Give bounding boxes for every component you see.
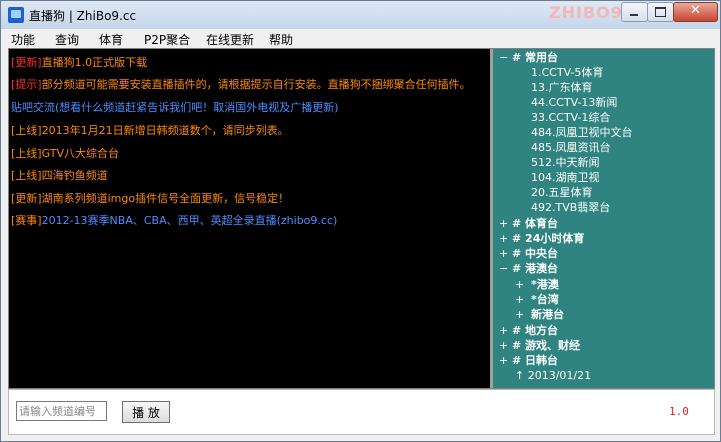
menu-bar: 功能 查询 体育 P2P聚合 在线更新 帮助	[1, 29, 720, 48]
news-text: 湖南系列频道imgo插件信号全面更新，信号稳定！	[41, 192, 290, 205]
collapse-icon[interactable]: −	[499, 51, 508, 64]
news-text: 2012-13赛季NBA、CBA、西甲、英超全录直播(zhibo9.cc)	[41, 214, 338, 227]
minimize-icon	[630, 14, 638, 16]
maximize-icon	[655, 7, 666, 17]
news-text: 四海钓鱼频道	[41, 169, 108, 182]
news-item[interactable]: 贴吧交流(想看什么频道赶紧告诉我们吧！取消国外电视及广播更新)	[11, 101, 339, 115]
news-item[interactable]: [赛事]2012-13赛季NBA、CBA、西甲、英超全录直播(zhibo9.cc…	[11, 214, 337, 228]
tree-subgroup-hk[interactable]: *港澳	[531, 278, 559, 292]
news-tag: [提示]	[11, 78, 42, 91]
news-item[interactable]: [上线]四海钓鱼频道	[11, 169, 108, 183]
menu-help[interactable]: 帮助	[269, 31, 293, 48]
channel-item[interactable]: 13.广东体育	[531, 81, 593, 95]
tree-group-local[interactable]: # 地方台	[512, 324, 558, 338]
menu-query[interactable]: 查询	[55, 31, 79, 48]
news-tag: [上线]	[11, 124, 42, 137]
tree-group-games-finance[interactable]: # 游戏、财经	[512, 339, 580, 353]
channel-item[interactable]: 44.CCTV-13新闻	[531, 96, 617, 110]
zhibo9-watermark: ZHIBO9	[549, 3, 623, 22]
version-label: 1.0	[669, 405, 689, 418]
tree-group-24h-sports[interactable]: # 24小时体育	[512, 232, 584, 246]
expand-icon[interactable]: +	[499, 339, 508, 352]
app-window: 直播狗 | ZhiBo9.cc ZHIBO9 ✕ 功能 查询 体育 P2P聚合 …	[0, 0, 721, 442]
menu-sports[interactable]: 体育	[99, 31, 123, 48]
title-bar[interactable]: 直播狗 | ZhiBo9.cc ZHIBO9 ✕	[1, 1, 720, 30]
channel-number-input[interactable]	[16, 401, 107, 421]
tree-update-date: ↑ 2013/01/21	[515, 369, 592, 382]
tree-group-sports[interactable]: # 体育台	[512, 217, 558, 231]
channel-tree[interactable]: − # 常用台 1.CCTV-5体育 13.广东体育 44.CCTV-13新闻 …	[493, 49, 714, 388]
close-icon: ✕	[690, 3, 701, 18]
expand-icon[interactable]: +	[499, 324, 508, 337]
tree-subgroup-new-hk[interactable]: 新港台	[531, 308, 564, 322]
app-icon	[8, 7, 24, 23]
expand-icon[interactable]: +	[515, 293, 524, 306]
channel-item[interactable]: 512.中天新闻	[531, 156, 600, 170]
channel-item[interactable]: 492.TVB翡翠台	[531, 201, 610, 215]
channel-item[interactable]: 104.湖南卫视	[531, 171, 600, 185]
close-button[interactable]: ✕	[673, 2, 718, 22]
maximize-button[interactable]	[647, 2, 674, 22]
news-item[interactable]: [提示]部分频道可能需要安装直播插件的，请根据提示自行安装。直播狗不捆绑聚合任何…	[11, 78, 471, 92]
news-text: 直播狗1.0正式版下载	[41, 56, 148, 69]
channel-item[interactable]: 33.CCTV-1综合	[531, 111, 610, 125]
main-content: [更新]直播狗1.0正式版下载 [提示]部分频道可能需要安装直播插件的，请根据提…	[8, 48, 715, 389]
expand-icon[interactable]: +	[515, 278, 524, 291]
channel-item[interactable]: 1.CCTV-5体育	[531, 66, 603, 80]
channel-item[interactable]: 484.凤凰卫视中文台	[531, 126, 633, 140]
news-item[interactable]: [更新]直播狗1.0正式版下载	[11, 56, 147, 70]
tree-group-hk-tw[interactable]: # 港澳台	[512, 262, 558, 276]
tree-group-common[interactable]: # 常用台	[512, 51, 558, 65]
news-text: GTV八大综合台	[41, 147, 119, 160]
news-text: 2013年1月21日新增日韩频道数个，请同步列表。	[41, 124, 289, 137]
news-text: 部分频道可能需要安装直播插件的，请根据提示自行安装。直播狗不捆绑聚合任何插件。	[41, 78, 471, 91]
menu-p2p[interactable]: P2P聚合	[144, 31, 190, 48]
channel-item[interactable]: 485.凤凰资讯台	[531, 141, 611, 155]
collapse-icon[interactable]: −	[499, 262, 508, 275]
tree-group-jp-kr[interactable]: # 日韩台	[512, 354, 558, 368]
news-item[interactable]: [上线]GTV八大综合台	[11, 147, 119, 161]
news-tag: [更新]	[11, 56, 42, 69]
tree-group-central[interactable]: # 中央台	[512, 247, 558, 261]
news-tag: [上线]	[11, 147, 42, 160]
news-item[interactable]: [更新]湖南系列频道imgo插件信号全面更新，信号稳定！	[11, 192, 289, 206]
news-item[interactable]: [上线]2013年1月21日新增日韩频道数个，请同步列表。	[11, 124, 289, 138]
expand-icon[interactable]: +	[515, 308, 524, 321]
expand-icon[interactable]: +	[499, 232, 508, 245]
window-title: 直播狗 | ZhiBo9.cc	[29, 9, 137, 23]
tree-subgroup-taiwan[interactable]: *台湾	[531, 293, 559, 307]
channel-item[interactable]: 20.五星体育	[531, 186, 593, 200]
play-button[interactable]: 播 放	[122, 401, 170, 423]
news-panel[interactable]: [更新]直播狗1.0正式版下载 [提示]部分频道可能需要安装直播插件的，请根据提…	[9, 49, 490, 388]
expand-icon[interactable]: +	[499, 354, 508, 367]
news-tag: [更新]	[11, 192, 42, 205]
control-bar: 播 放 1.0	[8, 389, 715, 435]
menu-online-update[interactable]: 在线更新	[206, 31, 254, 48]
news-text: 贴吧交流(想看什么频道赶紧告诉我们吧！取消国外电视及广播更新)	[11, 101, 339, 114]
expand-icon[interactable]: +	[499, 247, 508, 260]
menu-function[interactable]: 功能	[11, 31, 35, 48]
expand-icon[interactable]: +	[499, 217, 508, 230]
news-tag: [上线]	[11, 169, 42, 182]
news-tag: [赛事]	[11, 214, 42, 227]
minimize-button[interactable]	[621, 2, 648, 22]
